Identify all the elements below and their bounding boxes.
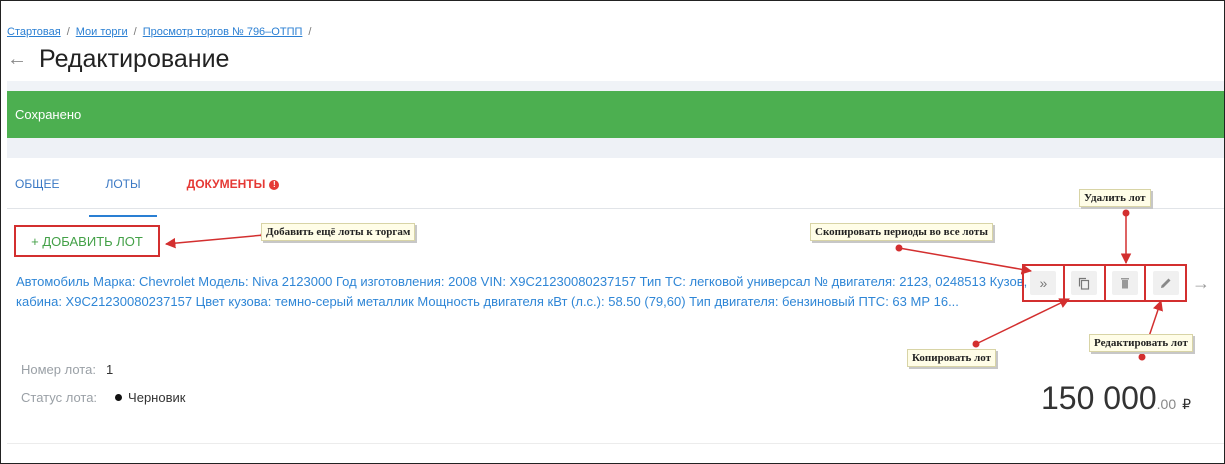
tab-documents[interactable]: ДОКУМЕНТЫ! (187, 173, 280, 207)
arrow-left-icon[interactable]: ← (7, 48, 27, 71)
lot-description-link[interactable]: Автомобиль Марка: Chevrolet Модель: Niva… (16, 272, 1046, 312)
tabs-divider (7, 208, 1224, 209)
lot-divider (7, 443, 1224, 444)
callout-delete-lot: Удалить лот (1079, 189, 1151, 207)
breadcrumb-view-auction[interactable]: Просмотр торгов № 796–ОТПП (143, 26, 303, 38)
lot-price: 150 000.00 ₽ (1041, 380, 1191, 417)
callout-add-more-lots: Добавить ещё лоты к торгам (261, 223, 416, 241)
tab-label: ЛОТЫ (105, 177, 141, 191)
callout-edit-lot: Редактировать лот (1089, 334, 1193, 352)
status-dot-icon (115, 394, 123, 401)
alert-spacer (7, 138, 1224, 158)
delete-lot-button[interactable] (1106, 266, 1147, 300)
breadcrumb: Стартовая / Мои торги / Просмотр торгов № 79… (7, 26, 317, 38)
title-row: ← Редактирование (7, 45, 229, 74)
tab-label: ОБЩЕЕ (15, 177, 60, 191)
pencil-icon (1152, 271, 1179, 295)
add-lot-button[interactable]: + ДОБАВИТЬ ЛОТ (14, 225, 160, 257)
arrow-right-icon[interactable]: → (1192, 273, 1210, 294)
currency-symbol: ₽ (1182, 396, 1192, 412)
success-alert: Сохранено (7, 91, 1224, 138)
warning-icon: ! (269, 180, 280, 190)
lot-number-value: 1 (105, 362, 114, 377)
lot-status-row: Статус лота: Черновик (21, 390, 185, 405)
tab-lots[interactable]: ЛОТЫ (89, 173, 157, 217)
lot-status-label: Статус лота: (21, 390, 98, 405)
copy-icon (1071, 271, 1098, 295)
trash-icon (1111, 271, 1138, 295)
page-title: Редактирование (39, 45, 230, 73)
breadcrumb-separator: / (308, 26, 312, 38)
price-main: 150 000 (1041, 380, 1157, 416)
breadcrumb-separator: / (66, 26, 70, 38)
page-frame: Стартовая / Мои торги / Просмотр торгов № 79… (0, 0, 1225, 464)
edit-lot-button[interactable] (1146, 266, 1185, 300)
breadcrumb-home[interactable]: Стартовая (7, 26, 61, 38)
lot-actions: » (1022, 264, 1187, 302)
breadcrumb-my-auctions[interactable]: Мои торги (76, 26, 128, 38)
copy-periods-button[interactable]: » (1024, 266, 1065, 300)
lot-number-row: Номер лота: 1 (21, 362, 113, 377)
lot-number-label: Номер лота: (21, 362, 96, 377)
header-divider (7, 81, 1224, 91)
callout-copy-lot: Копировать лот (907, 349, 997, 367)
callout-copy-periods: Скопировать периоды во все лоты (810, 223, 993, 241)
lot-status-value: Черновик (128, 390, 186, 405)
copy-lot-button[interactable] (1065, 266, 1106, 300)
tab-label: ДОКУМЕНТЫ (186, 177, 266, 191)
tabs: ОБЩЕЕ ЛОТЫ ДОКУМЕНТЫ! (15, 173, 325, 217)
double-chevron-right-icon: » (1030, 271, 1057, 295)
breadcrumb-separator: / (133, 26, 137, 38)
tab-general[interactable]: ОБЩЕЕ (15, 173, 59, 207)
price-cents: .00 (1156, 396, 1177, 412)
